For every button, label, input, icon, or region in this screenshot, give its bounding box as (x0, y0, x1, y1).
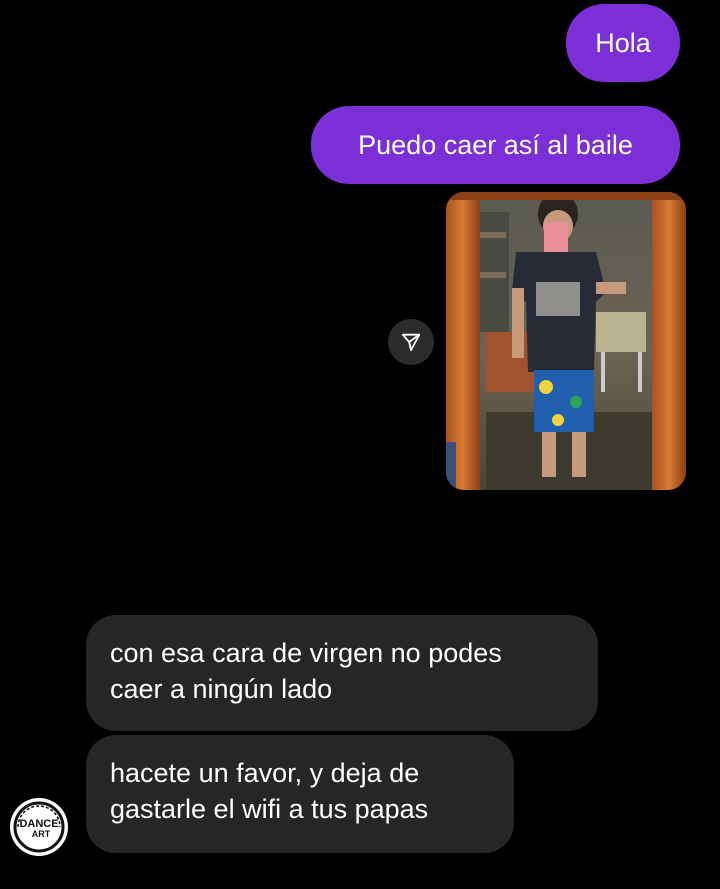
received-message-2[interactable]: hacete un favor, y deja de gastarle el w… (86, 735, 514, 853)
received-message-1[interactable]: con esa cara de virgen no podes caer a n… (86, 615, 598, 731)
message-line: gastarle el wifi a tus papas (110, 794, 429, 824)
send-paper-plane-icon (401, 333, 421, 352)
message-text: Hola (595, 28, 651, 58)
message-line: caer a ningún lado (110, 674, 333, 704)
sender-avatar[interactable]: DANCE ART (10, 798, 68, 856)
sent-message-hola[interactable]: Hola (566, 4, 680, 82)
message-text: Puedo caer así al baile (358, 130, 633, 160)
svg-text:ART: ART (32, 829, 51, 839)
message-line: hacete un favor, y deja de (110, 758, 420, 788)
share-button[interactable] (388, 319, 434, 365)
mirror-selfie-photo (446, 192, 686, 490)
dance-art-logo-icon: DANCE ART (11, 799, 67, 855)
sent-message-puedo-caer[interactable]: Puedo caer así al baile (311, 106, 680, 184)
message-line: con esa cara de virgen no podes (110, 638, 502, 668)
photo-message[interactable] (446, 192, 686, 490)
